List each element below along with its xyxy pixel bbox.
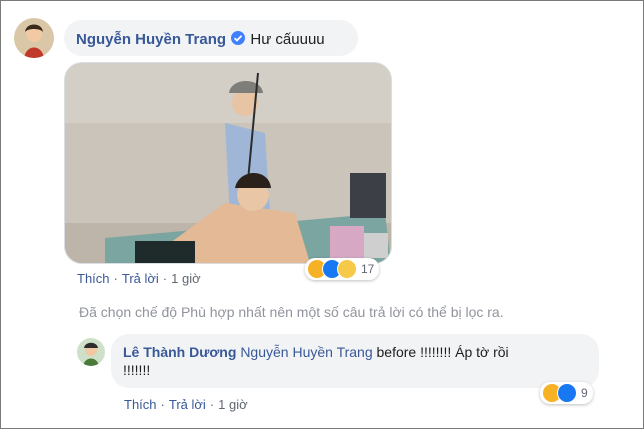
- like-link[interactable]: Thích: [77, 271, 110, 286]
- separator: ·: [209, 397, 215, 412]
- verified-badge-icon: [230, 30, 246, 50]
- comment-thread: Nguyễn Huyền Trang Hư cấuuuu 17 Thích · …: [0, 0, 644, 429]
- comment-author[interactable]: Nguyễn Huyền Trang: [76, 31, 226, 48]
- comment-photo[interactable]: [64, 62, 392, 264]
- separator: ·: [162, 271, 168, 286]
- filter-notice: Đã chọn chế độ Phù hợp nhất nên một số c…: [79, 304, 504, 320]
- separator: ·: [160, 397, 165, 412]
- mention-link[interactable]: Nguyễn Huyền Trang: [240, 344, 372, 360]
- avatar[interactable]: [14, 18, 54, 58]
- separator: ·: [113, 271, 118, 286]
- like-link[interactable]: Thích: [124, 397, 157, 412]
- timestamp[interactable]: 1 giờ: [171, 271, 201, 286]
- reply-link[interactable]: Trả lời: [169, 397, 206, 412]
- sad-icon: [337, 259, 357, 279]
- comment-actions: Thích · Trả lời · 1 giờ: [77, 271, 201, 286]
- reply-link[interactable]: Trả lời: [122, 271, 159, 286]
- reply-author[interactable]: Lê Thành Dương: [123, 344, 236, 360]
- comment-text: Hư cấuuuu: [250, 30, 325, 48]
- comment-bubble: Nguyễn Huyền Trang Hư cấuuuu: [64, 20, 358, 56]
- reply-bubble: Lê Thành Dương Nguyễn Huyền Trang before…: [111, 334, 599, 388]
- reaction-count: 17: [361, 262, 375, 276]
- reaction-summary[interactable]: 17: [305, 258, 380, 280]
- reaction-count: 9: [581, 386, 588, 400]
- avatar[interactable]: [77, 338, 105, 366]
- reply-actions: Thích · Trả lời · 1 giờ: [124, 397, 248, 412]
- reply-text-continued: !!!!!!!: [123, 362, 151, 378]
- reaction-summary[interactable]: 9: [540, 382, 593, 404]
- timestamp[interactable]: 1 giờ: [218, 397, 248, 412]
- reply-text: before !!!!!!!! Áp tờ rồi: [376, 344, 509, 360]
- like-icon: [557, 383, 577, 403]
